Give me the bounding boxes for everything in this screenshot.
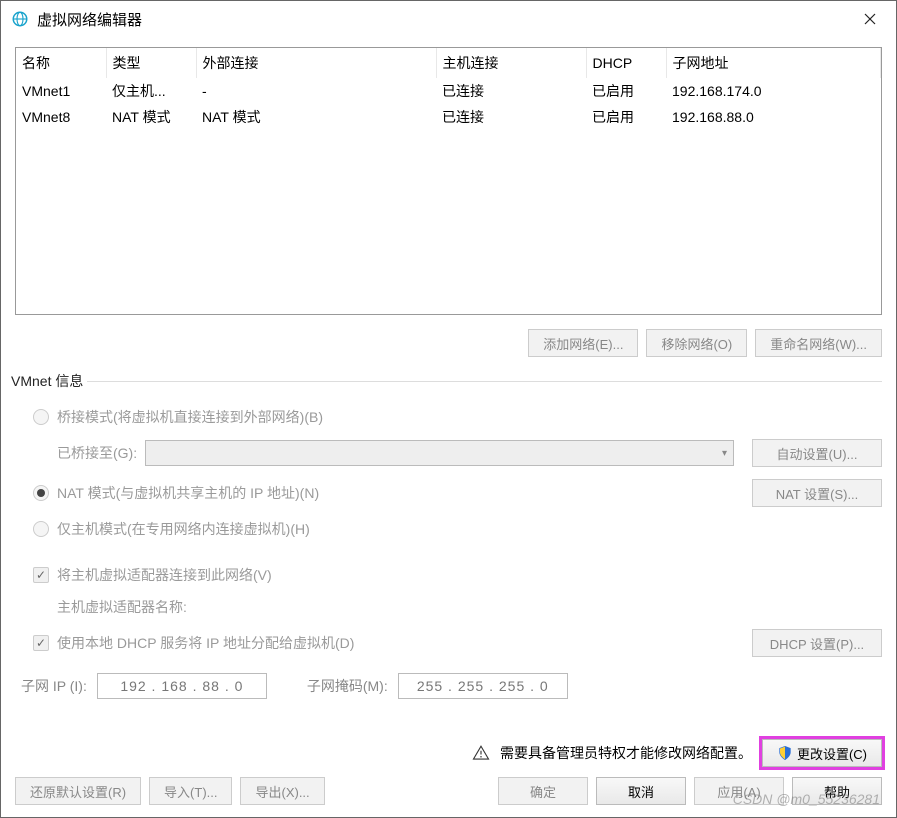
bridge-radio[interactable]: [33, 409, 49, 425]
window-title: 虚拟网络编辑器: [37, 9, 848, 30]
restore-defaults-button[interactable]: 还原默认设置(R): [15, 777, 141, 805]
nat-mode-row: NAT 模式(与虚拟机共享主机的 IP 地址)(N) NAT 设置(S)...: [15, 473, 882, 513]
subnet-ip-input[interactable]: 192 . 168 . 88 . 0: [97, 673, 267, 699]
content-area: 名称 类型 外部连接 主机连接 DHCP 子网地址 VMnet1 仅主机... …: [1, 37, 896, 777]
rename-network-button[interactable]: 重命名网络(W)...: [755, 329, 882, 357]
dhcp-check-label: 使用本地 DHCP 服务将 IP 地址分配给虚拟机(D): [57, 633, 354, 653]
hostonly-mode-row: 仅主机模式(在专用网络内连接虚拟机)(H): [15, 513, 882, 545]
close-button[interactable]: [848, 3, 892, 35]
cell-name: VMnet8: [16, 104, 106, 130]
col-name[interactable]: 名称: [16, 48, 106, 78]
titlebar: 虚拟网络编辑器: [1, 1, 896, 37]
warning-icon: [472, 744, 490, 762]
bridge-to-row: 已桥接至(G): ▾ 自动设置(U)...: [15, 433, 882, 473]
table-header-row: 名称 类型 外部连接 主机连接 DHCP 子网地址: [16, 48, 881, 78]
dhcp-row: 使用本地 DHCP 服务将 IP 地址分配给虚拟机(D) DHCP 设置(P).…: [15, 623, 882, 663]
cell-name: VMnet1: [16, 78, 106, 104]
table-row[interactable]: VMnet1 仅主机... - 已连接 已启用 192.168.174.0: [16, 78, 881, 104]
admin-message: 需要具备管理员特权才能修改网络配置。: [500, 743, 752, 763]
virtual-network-editor-window: 虚拟网络编辑器 名称 类型 外部连接 主机连接 DHCP 子网地址: [0, 0, 897, 818]
footer-buttons: 还原默认设置(R) 导入(T)... 导出(X)... 确定 取消 应用(A) …: [1, 777, 896, 817]
cell-dhcp: 已启用: [586, 104, 666, 130]
adapter-name-row: 主机虚拟适配器名称:: [15, 591, 882, 623]
cancel-button[interactable]: 取消: [596, 777, 686, 805]
add-network-button[interactable]: 添加网络(E)...: [528, 329, 638, 357]
apply-button[interactable]: 应用(A): [694, 777, 784, 805]
vmnet-info-group: VMnet 信息 桥接模式(将虚拟机直接连接到外部网络)(B) 已桥接至(G):…: [15, 371, 882, 705]
adapter-name-label: 主机虚拟适配器名称:: [57, 597, 187, 617]
cell-ext: NAT 模式: [196, 104, 436, 130]
subnet-row: 子网 IP (I): 192 . 168 . 88 . 0 子网掩码(M): 2…: [15, 663, 882, 699]
nat-settings-button[interactable]: NAT 设置(S)...: [752, 479, 882, 507]
col-subnet[interactable]: 子网地址: [666, 48, 881, 78]
export-button[interactable]: 导出(X)...: [240, 777, 324, 805]
subnet-mask-input[interactable]: 255 . 255 . 255 . 0: [398, 673, 568, 699]
col-dhcp[interactable]: DHCP: [586, 48, 666, 78]
nat-radio-label: NAT 模式(与虚拟机共享主机的 IP 地址)(N): [57, 483, 319, 503]
table-row[interactable]: VMnet8 NAT 模式 NAT 模式 已连接 已启用 192.168.88.…: [16, 104, 881, 130]
bridge-to-combo[interactable]: ▾: [145, 440, 734, 466]
cell-type: NAT 模式: [106, 104, 196, 130]
col-type[interactable]: 类型: [106, 48, 196, 78]
cell-subnet: 192.168.174.0: [666, 78, 881, 104]
network-table[interactable]: 名称 类型 外部连接 主机连接 DHCP 子网地址 VMnet1 仅主机... …: [15, 47, 882, 315]
subnet-ip-label: 子网 IP (I):: [21, 676, 87, 696]
col-host-conn[interactable]: 主机连接: [436, 48, 586, 78]
dhcp-check[interactable]: [33, 635, 49, 651]
connect-host-label: 将主机虚拟适配器连接到此网络(V): [57, 565, 272, 585]
remove-network-button[interactable]: 移除网络(O): [646, 329, 747, 357]
shield-icon: [777, 745, 793, 761]
cell-host: 已连接: [436, 78, 586, 104]
change-settings-button[interactable]: 更改设置(C): [762, 739, 882, 767]
network-buttons-row: 添加网络(E)... 移除网络(O) 重命名网络(W)...: [15, 329, 882, 357]
hostonly-radio-label: 仅主机模式(在专用网络内连接虚拟机)(H): [57, 519, 310, 539]
nat-radio[interactable]: [33, 485, 49, 501]
cell-subnet: 192.168.88.0: [666, 104, 881, 130]
dhcp-settings-button[interactable]: DHCP 设置(P)...: [752, 629, 882, 657]
subnet-mask-label: 子网掩码(M):: [307, 676, 388, 696]
col-external[interactable]: 外部连接: [196, 48, 436, 78]
chevron-down-icon: ▾: [722, 448, 727, 459]
connect-host-row: 将主机虚拟适配器连接到此网络(V): [15, 559, 882, 591]
admin-notice-row: 需要具备管理员特权才能修改网络配置。 更改设置(C): [15, 739, 882, 777]
bridge-to-label: 已桥接至(G):: [57, 443, 137, 463]
auto-settings-button[interactable]: 自动设置(U)...: [752, 439, 882, 467]
help-button[interactable]: 帮助: [792, 777, 882, 805]
bridge-mode-row: 桥接模式(将虚拟机直接连接到外部网络)(B): [15, 401, 882, 433]
globe-icon: [11, 10, 29, 28]
bridge-radio-label: 桥接模式(将虚拟机直接连接到外部网络)(B): [57, 407, 323, 427]
change-settings-label: 更改设置(C): [797, 744, 867, 763]
import-button[interactable]: 导入(T)...: [149, 777, 232, 805]
cell-ext: -: [196, 78, 436, 104]
cell-type: 仅主机...: [106, 78, 196, 104]
ok-button[interactable]: 确定: [498, 777, 588, 805]
hostonly-radio[interactable]: [33, 521, 49, 537]
connect-host-check[interactable]: [33, 567, 49, 583]
vmnet-info-legend: VMnet 信息: [11, 371, 87, 391]
cell-dhcp: 已启用: [586, 78, 666, 104]
cell-host: 已连接: [436, 104, 586, 130]
